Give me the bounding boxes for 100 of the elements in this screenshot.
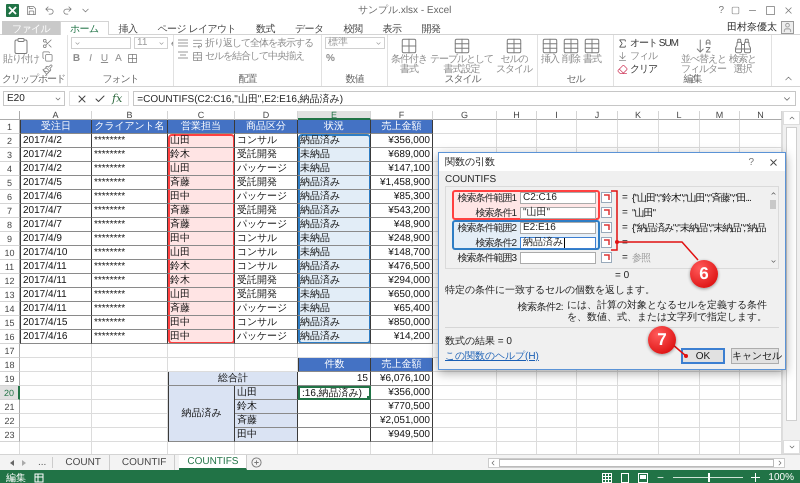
column-heading[interactable]: F (371, 111, 433, 120)
cut-icon[interactable] (42, 38, 53, 49)
help-button[interactable]: ? (718, 4, 724, 16)
ribbon-tab[interactable]: データ (284, 21, 334, 35)
range-picker-icon[interactable] (601, 207, 612, 218)
maximize-icon[interactable] (765, 4, 776, 16)
argument-field[interactable] (520, 252, 596, 264)
align-icon[interactable] (177, 38, 189, 48)
row-number[interactable]: 8 (0, 218, 20, 232)
column-heading[interactable]: G (433, 111, 497, 120)
ribbon-tab[interactable]: 校閲 (333, 21, 372, 35)
row-number[interactable]: 12 (0, 274, 20, 288)
close-icon[interactable] (768, 156, 779, 168)
undo-icon[interactable] (44, 4, 55, 16)
row-number[interactable]: 21 (0, 400, 20, 414)
range-picker-icon[interactable] (601, 237, 612, 248)
scroll-down-icon[interactable] (788, 443, 796, 451)
column-heading[interactable]: L (659, 111, 700, 120)
more-sheets-button[interactable]: ... (32, 457, 54, 468)
argument-field[interactable]: "山田" (520, 206, 596, 218)
help-link[interactable]: この関数のヘルプ(H) (445, 349, 539, 363)
name-box[interactable]: E20 (3, 91, 65, 106)
row-number[interactable]: 13 (0, 288, 20, 302)
zoom-in-icon[interactable] (751, 473, 760, 482)
ribbon-tab[interactable]: 挿入 (108, 21, 148, 35)
ribbon-options-icon[interactable] (731, 4, 740, 16)
ribbon-tab[interactable]: 数式 (246, 21, 285, 35)
scroll-thumb[interactable] (770, 200, 776, 209)
ribbon-tab[interactable]: 開発 (411, 21, 450, 35)
range-picker-icon[interactable] (601, 192, 612, 203)
scroll-left-icon[interactable] (489, 458, 497, 466)
page-break-icon[interactable] (638, 472, 648, 482)
row-number[interactable]: 23 (0, 428, 20, 442)
column-heading[interactable]: N (740, 111, 782, 120)
column-heading[interactable]: C (168, 111, 235, 120)
row-number[interactable]: 4 (0, 162, 20, 176)
column-heading[interactable]: D (235, 111, 298, 120)
ribbon-tab[interactable]: 表示 (372, 21, 412, 35)
help-button[interactable]: ? (748, 156, 754, 168)
row-number[interactable]: 3 (0, 148, 20, 162)
ribbon-button[interactable]: クリア (617, 63, 678, 75)
column-heading[interactable]: I (537, 111, 577, 120)
argument-field[interactable]: 納品済み (520, 236, 596, 248)
dialog-scrollbar[interactable] (768, 190, 778, 265)
row-number[interactable]: 5 (0, 176, 20, 190)
align-icon[interactable] (177, 50, 189, 60)
page-layout-icon[interactable] (620, 472, 630, 482)
scroll-up-icon[interactable] (788, 114, 796, 122)
column-heading[interactable]: B (92, 111, 168, 120)
column-heading[interactable]: J (577, 111, 618, 120)
column-heading[interactable]: M (700, 111, 740, 120)
save-icon[interactable] (26, 4, 37, 16)
cancel-icon[interactable] (76, 92, 88, 104)
row-number[interactable]: 11 (0, 260, 20, 274)
previous-sheet-icon[interactable] (8, 458, 16, 466)
range-picker-icon[interactable] (601, 252, 612, 263)
row-number[interactable]: 10 (0, 246, 20, 260)
column-heading[interactable]: A (20, 111, 92, 120)
row-number[interactable]: 6 (0, 190, 20, 204)
brush-icon[interactable] (42, 64, 53, 75)
range-picker-icon[interactable] (601, 222, 612, 233)
normal-view-icon[interactable] (602, 472, 612, 482)
row-number[interactable]: 9 (0, 232, 20, 246)
formula-field[interactable]: =COUNTIFS(C2:C16,"山田",E2:E16,納品済み) (133, 91, 796, 106)
argument-field[interactable]: C2:C16 (520, 192, 596, 204)
row-number[interactable]: 18 (0, 358, 20, 372)
sheet-tab[interactable]: COUNTIFS (179, 455, 248, 470)
close-icon[interactable] (783, 4, 794, 16)
zoom-level[interactable]: 100% (768, 472, 794, 483)
row-number[interactable]: 15 (0, 316, 20, 330)
add-sheet-icon[interactable] (251, 457, 262, 468)
ribbon-button[interactable]: オート SUM (617, 37, 678, 49)
ribbon-tab[interactable]: ホーム (60, 21, 108, 35)
row-number[interactable]: 2 (0, 134, 20, 148)
avatar-icon[interactable] (781, 20, 794, 34)
ok-button[interactable]: OK (681, 348, 725, 364)
active-cell[interactable]: :16,納品済み) (298, 386, 371, 400)
scroll-down-icon[interactable] (770, 258, 776, 265)
row-number[interactable]: 22 (0, 414, 20, 428)
argument-field[interactable]: E2:E16 (520, 222, 596, 234)
row-number[interactable]: 14 (0, 302, 20, 316)
row-number[interactable]: 17 (0, 344, 20, 358)
borders-icon[interactable] (127, 53, 138, 64)
row-number[interactable]: 1 (0, 120, 20, 134)
column-heading[interactable]: H (497, 111, 537, 120)
row-number[interactable]: 7 (0, 204, 20, 218)
copy-icon[interactable] (42, 51, 53, 62)
ribbon-tab[interactable]: ページ レイアウト (148, 21, 246, 35)
row-number[interactable]: 20 (0, 386, 20, 400)
row-number[interactable]: 19 (0, 372, 20, 386)
redo-icon[interactable] (62, 4, 73, 16)
horizontal-scrollbar[interactable] (488, 458, 785, 468)
row-number[interactable]: 16 (0, 330, 20, 344)
column-heading[interactable]: K (618, 111, 659, 120)
scroll-right-icon[interactable] (776, 458, 784, 466)
check-icon[interactable] (94, 92, 106, 104)
insert-function-button[interactable]: fx (112, 92, 122, 105)
scroll-up-icon[interactable] (770, 190, 776, 197)
user-name[interactable]: 田村奈優太 (727, 20, 777, 34)
column-heading[interactable]: E (298, 111, 371, 120)
